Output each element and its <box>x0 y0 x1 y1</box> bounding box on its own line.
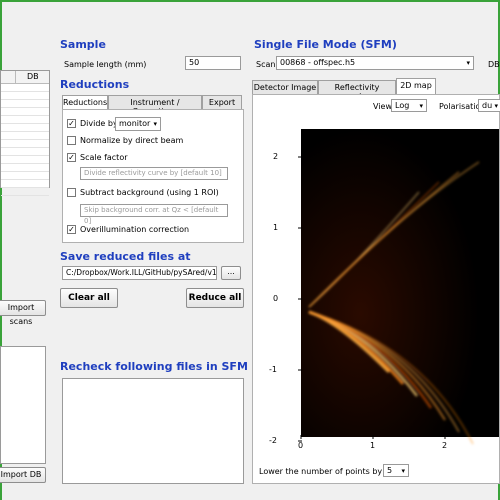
y-tick-label: -2 <box>269 436 277 445</box>
main-window: DB Import scans Import DB Sample Sample … <box>0 2 500 500</box>
plot-area[interactable]: 2 1 0 -1 -2 0 1 2 <box>261 117 499 451</box>
divide-by-label: Divide by <box>80 119 118 128</box>
2d-map-canvas <box>298 129 499 445</box>
table-row[interactable] <box>1 187 49 196</box>
browse-button[interactable]: ... <box>221 266 241 280</box>
chevron-down-icon: ▾ <box>494 102 498 110</box>
y-tick-label: 2 <box>273 152 279 161</box>
chevron-down-icon: ▾ <box>153 120 157 128</box>
recheck-title: Recheck following files in SFM <box>60 360 248 373</box>
tab-2d-map-label: 2D map <box>400 81 432 90</box>
sample-length-value: 50 <box>189 58 200 67</box>
y-tick-label: -1 <box>269 365 277 374</box>
x-tick-label: 0 <box>298 441 304 450</box>
reduce-all-label: Reduce all <box>188 293 242 303</box>
column-divider <box>15 71 16 83</box>
x-tick-label: 2 <box>442 441 448 450</box>
subtract-bg-label: Subtract background (using 1 ROI) <box>80 188 219 197</box>
import-db-label: Import DB <box>0 470 42 479</box>
tab-instrument-corrections[interactable]: Instrument / Corrections <box>108 95 202 116</box>
view-label: View <box>373 102 392 111</box>
tab-reductions-label: Reductions <box>63 98 108 107</box>
divide-by-select[interactable]: monitor ▾ <box>115 117 161 131</box>
reduce-points-value: 5 <box>387 466 393 475</box>
scans-table[interactable]: DB <box>0 70 50 196</box>
map-background <box>301 129 499 437</box>
sample-length-label: Sample length (mm) <box>64 60 147 69</box>
skip-bg-placeholder: Skip background corr. at Qz < [default 0… <box>84 206 219 225</box>
scan-value: 00868 - offspec.h5 <box>280 58 356 67</box>
table-header-db: DB <box>27 72 39 81</box>
tab-reductions[interactable]: Reductions <box>62 95 108 109</box>
y-tick-label: 1 <box>273 223 279 232</box>
normalize-checkbox[interactable] <box>67 136 76 145</box>
import-scans-label: Import scans <box>7 303 35 326</box>
tab-detector-label: Detector Image <box>253 83 317 92</box>
sfm-title: Single File Mode (SFM) <box>254 38 397 51</box>
normalize-label: Normalize by direct beam <box>80 136 184 145</box>
import-scans-button[interactable]: Import scans <box>0 300 46 326</box>
tab-2d-map[interactable]: 2D map <box>396 78 436 94</box>
scale-factor-checkbox[interactable]: ✓ <box>67 153 76 162</box>
reductions-panel: ✓ Divide by monitor ▾ Normalize by direct… <box>62 109 244 243</box>
polarisation-select[interactable]: du ▾ <box>478 99 500 112</box>
clear-all-button[interactable]: Clear all <box>60 288 118 308</box>
scan-label: Scan <box>256 60 276 69</box>
save-path-input[interactable]: C:/Dropbox/Work.ILL/GitHub/pySAred/v1.5/ <box>62 266 217 280</box>
db-list[interactable] <box>0 346 46 464</box>
save-title: Save reduced files at <box>60 250 191 263</box>
tab-reflectivity-preview[interactable]: Reflectivity preview <box>318 80 396 101</box>
sfm-panel: View Log ▾ Polarisation du ▾ 21 0 -1 -2 … <box>252 94 500 484</box>
polarisation-value: du <box>482 101 493 110</box>
tab-detector-image[interactable]: Detector Image <box>252 80 318 94</box>
db-label: DB <box>488 60 500 69</box>
sample-title: Sample <box>60 38 106 51</box>
sample-length-input[interactable]: 50 <box>185 56 241 70</box>
scale-factor-input[interactable]: Divide reflectivity curve by [default 10… <box>80 167 228 180</box>
view-value: Log <box>395 101 410 110</box>
overillumination-label: Overillumination correction <box>80 225 190 234</box>
clear-all-label: Clear all <box>68 293 110 303</box>
scale-factor-placeholder: Divide reflectivity curve by [default 10… <box>84 169 222 177</box>
chevron-down-icon: ▾ <box>419 102 423 110</box>
import-db-button[interactable]: Import DB <box>0 467 46 483</box>
view-select[interactable]: Log ▾ <box>391 99 427 112</box>
browse-label: ... <box>227 267 235 276</box>
tab-export[interactable]: Export <box>202 95 242 109</box>
scale-factor-label: Scale factor <box>80 153 128 162</box>
tab-export-label: Export <box>208 98 236 107</box>
reduce-all-button[interactable]: Reduce all <box>186 288 244 308</box>
skip-bg-input[interactable]: Skip background corr. at Qz < [default 0… <box>80 204 228 225</box>
reduce-points-select[interactable]: 5 ▾ <box>383 464 409 477</box>
subtract-bg-checkbox[interactable] <box>67 188 76 197</box>
divide-by-checkbox[interactable]: ✓ <box>67 119 76 128</box>
x-tick-label: 1 <box>370 441 376 450</box>
chevron-down-icon: ▾ <box>401 467 405 475</box>
reductions-title: Reductions <box>60 78 130 91</box>
y-tick-label: 0 <box>273 294 279 303</box>
divide-by-value: monitor <box>119 119 151 128</box>
scan-select[interactable]: 00868 - offspec.h5 ▾ <box>276 56 474 70</box>
chevron-down-icon: ▾ <box>466 59 470 67</box>
recheck-list[interactable] <box>62 378 244 484</box>
overillumination-checkbox[interactable]: ✓ <box>67 225 76 234</box>
save-path-value: C:/Dropbox/Work.ILL/GitHub/pySAred/v1.5/ <box>66 268 217 277</box>
